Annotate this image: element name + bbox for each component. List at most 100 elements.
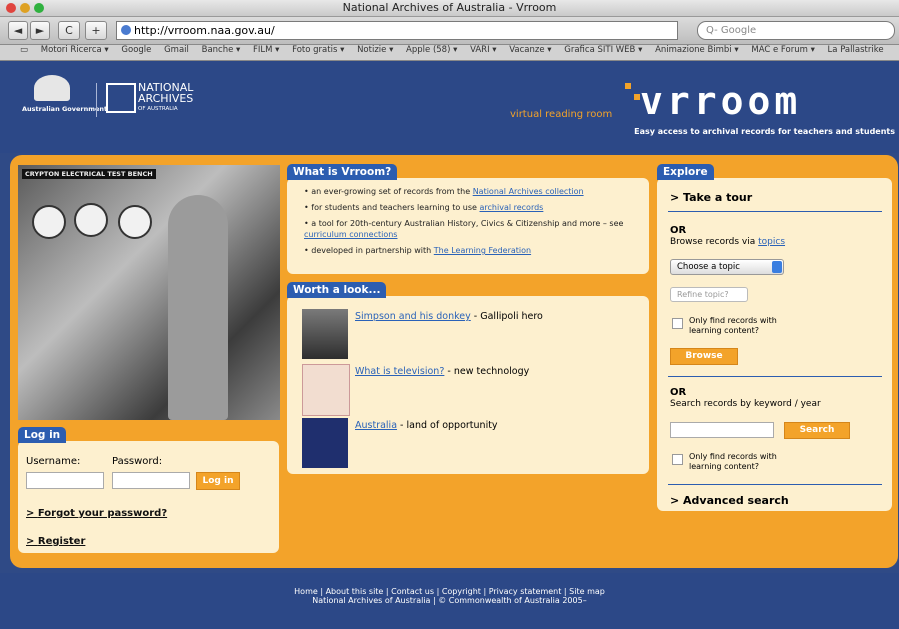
worth-item: Simpson and his donkey - Gallipoli hero [355, 311, 543, 322]
learning-content-checkbox[interactable] [672, 318, 683, 329]
curriculum-link[interactable]: curriculum connections [304, 230, 397, 239]
forgot-password-text: Forgot your password? [37, 508, 168, 519]
television-thumbnail[interactable] [302, 364, 350, 416]
window-titlebar: National Archives of Australia - Vrroom [0, 0, 899, 17]
photo-caption: CRYPTON ELECTRICAL TEST BENCH [22, 169, 156, 179]
select-arrow-icon [772, 261, 782, 273]
learning-content-checkbox[interactable] [672, 454, 683, 465]
register-text: Register [37, 536, 86, 547]
naa-logo[interactable]: NATIONAL ARCHIVES OF AUSTRALIA [138, 82, 193, 115]
bookmark-item[interactable]: Motori Ricerca ▾ [41, 45, 109, 55]
advanced-search-link[interactable]: > Advanced search [670, 494, 789, 507]
login-button[interactable]: Log in [196, 472, 240, 490]
bookmark-item[interactable]: Google [121, 45, 151, 55]
refine-select[interactable]: Refine topic? [670, 287, 748, 302]
take-a-tour-link[interactable]: > Take a tour [670, 191, 752, 204]
learning-federation-link[interactable]: The Learning Federation [434, 246, 531, 255]
footer-links[interactable]: Home | About this site | Contact us | Co… [0, 587, 899, 596]
worth-item: What is television? - new technology [355, 366, 530, 377]
username-input[interactable] [26, 472, 104, 489]
bookmark-item[interactable]: Grafica SITI WEB ▾ [564, 45, 642, 55]
search-button[interactable]: Search [784, 422, 850, 439]
login-tab: Log in [18, 427, 67, 443]
collection-link[interactable]: National Archives collection [473, 187, 584, 196]
what-list: • an ever-growing set of records from th… [304, 186, 642, 256]
bookmark-item[interactable]: Notizie ▾ [357, 45, 393, 55]
divider [668, 376, 882, 377]
technician-figure [168, 195, 228, 420]
browse-button[interactable]: Browse [670, 348, 738, 365]
worth-item: Australia - land of opportunity [355, 420, 498, 431]
bookmark-item[interactable]: MAC e Forum ▾ [751, 45, 814, 55]
only-find-label: Only find records with learning content? [689, 452, 777, 471]
bookmark-item[interactable]: Vacanze ▾ [509, 45, 551, 55]
search-records-label: Search records by keyword / year [670, 399, 821, 409]
coat-of-arms-logo[interactable]: Australian Government [22, 75, 108, 115]
topics-link[interactable]: topics [758, 237, 785, 247]
or-label: OR [670, 387, 687, 398]
archival-records-link[interactable]: archival records [480, 203, 544, 212]
television-link[interactable]: What is television? [355, 366, 444, 377]
list-item: • developed in partnership with The Lear… [304, 246, 532, 255]
tagline: Easy access to archival records for teac… [634, 127, 895, 136]
bookmark-item[interactable]: Animazione Bimbi ▾ [655, 45, 739, 55]
naa-building-icon [106, 83, 136, 113]
divider [668, 484, 882, 485]
donkey-thumbnail[interactable] [302, 309, 348, 359]
or-label: OR [670, 225, 687, 236]
reload-button[interactable]: C [58, 21, 80, 40]
gauge-icon [118, 205, 152, 239]
naa-line3: OF AUSTRALIA [138, 106, 178, 112]
add-bookmark-button[interactable]: + [85, 21, 107, 40]
australia-link[interactable]: Australia [355, 420, 397, 431]
forward-button[interactable]: ► [30, 21, 50, 40]
back-button[interactable]: ◄ [8, 21, 28, 40]
advanced-text: Advanced search [683, 494, 789, 507]
bookmark-item[interactable]: Foto gratis ▾ [292, 45, 344, 55]
bookmark-item[interactable]: Gmail [164, 45, 189, 55]
browse-label: Browse records via topics [670, 237, 786, 247]
worth-tab: Worth a look... [287, 282, 387, 298]
vrroom-subtitle: virtual reading room [510, 109, 613, 120]
bookmark-item[interactable]: FILM ▾ [253, 45, 279, 55]
keyword-search-input[interactable] [670, 422, 774, 438]
bookmarks-book-icon[interactable]: ▭ [20, 45, 28, 55]
password-label: Password: [112, 456, 163, 467]
list-item: • an ever-growing set of records from th… [304, 187, 584, 196]
password-input[interactable] [112, 472, 190, 489]
forgot-password-link[interactable]: > Forgot your password? [26, 508, 167, 519]
gauge-icon [32, 205, 66, 239]
browser-toolbar: ◄ ► C + http://vrroom.naa.gov.au/ Q- Goo… [0, 17, 899, 45]
bookmark-item[interactable]: La Pallastrike [828, 45, 884, 55]
address-bar[interactable]: http://vrroom.naa.gov.au/ [116, 21, 678, 40]
simpson-link[interactable]: Simpson and his donkey [355, 311, 471, 322]
chevron-right-icon: > [26, 536, 38, 547]
bookmark-item[interactable]: Apple (58) ▾ [406, 45, 457, 55]
bookmark-item[interactable]: VARI ▾ [470, 45, 496, 55]
header-divider [96, 83, 97, 117]
bookmarks-bar: ▭ Motori Ricerca ▾ Google Gmail Banche ▾… [0, 45, 899, 61]
australia-thumbnail[interactable] [302, 418, 348, 468]
logo-dot-icon [634, 94, 640, 100]
search-placeholder: Q- Google [706, 25, 757, 36]
vrroom-logo[interactable]: vrroom [640, 79, 801, 123]
tour-text: Take a tour [683, 191, 753, 204]
what-tab: What is Vrroom? [287, 164, 398, 180]
register-link[interactable]: > Register [26, 536, 85, 547]
only-find-label: Only find records with learning content? [689, 316, 777, 335]
google-search-field[interactable]: Q- Google [697, 21, 895, 40]
list-item: • for students and teachers learning to … [304, 203, 544, 212]
historic-photo: CRYPTON ELECTRICAL TEST BENCH [18, 165, 280, 420]
site-footer: Home | About this site | Contact us | Co… [0, 573, 899, 629]
gauge-icon [74, 203, 108, 237]
chevron-right-icon: > [26, 508, 38, 519]
gov-label: Australian Government [22, 105, 108, 113]
list-item: • a tool for 20th-century Australian His… [304, 219, 624, 239]
logo-dot-icon [625, 83, 631, 89]
url-text: http://vrroom.naa.gov.au/ [134, 24, 275, 37]
globe-icon [121, 25, 131, 35]
topic-select[interactable]: Choose a topic [670, 259, 784, 275]
bookmark-item[interactable]: Banche ▾ [202, 45, 241, 55]
chevron-right-icon: > [670, 494, 684, 507]
site-header: Australian Government NATIONAL ARCHIVES … [0, 61, 899, 153]
